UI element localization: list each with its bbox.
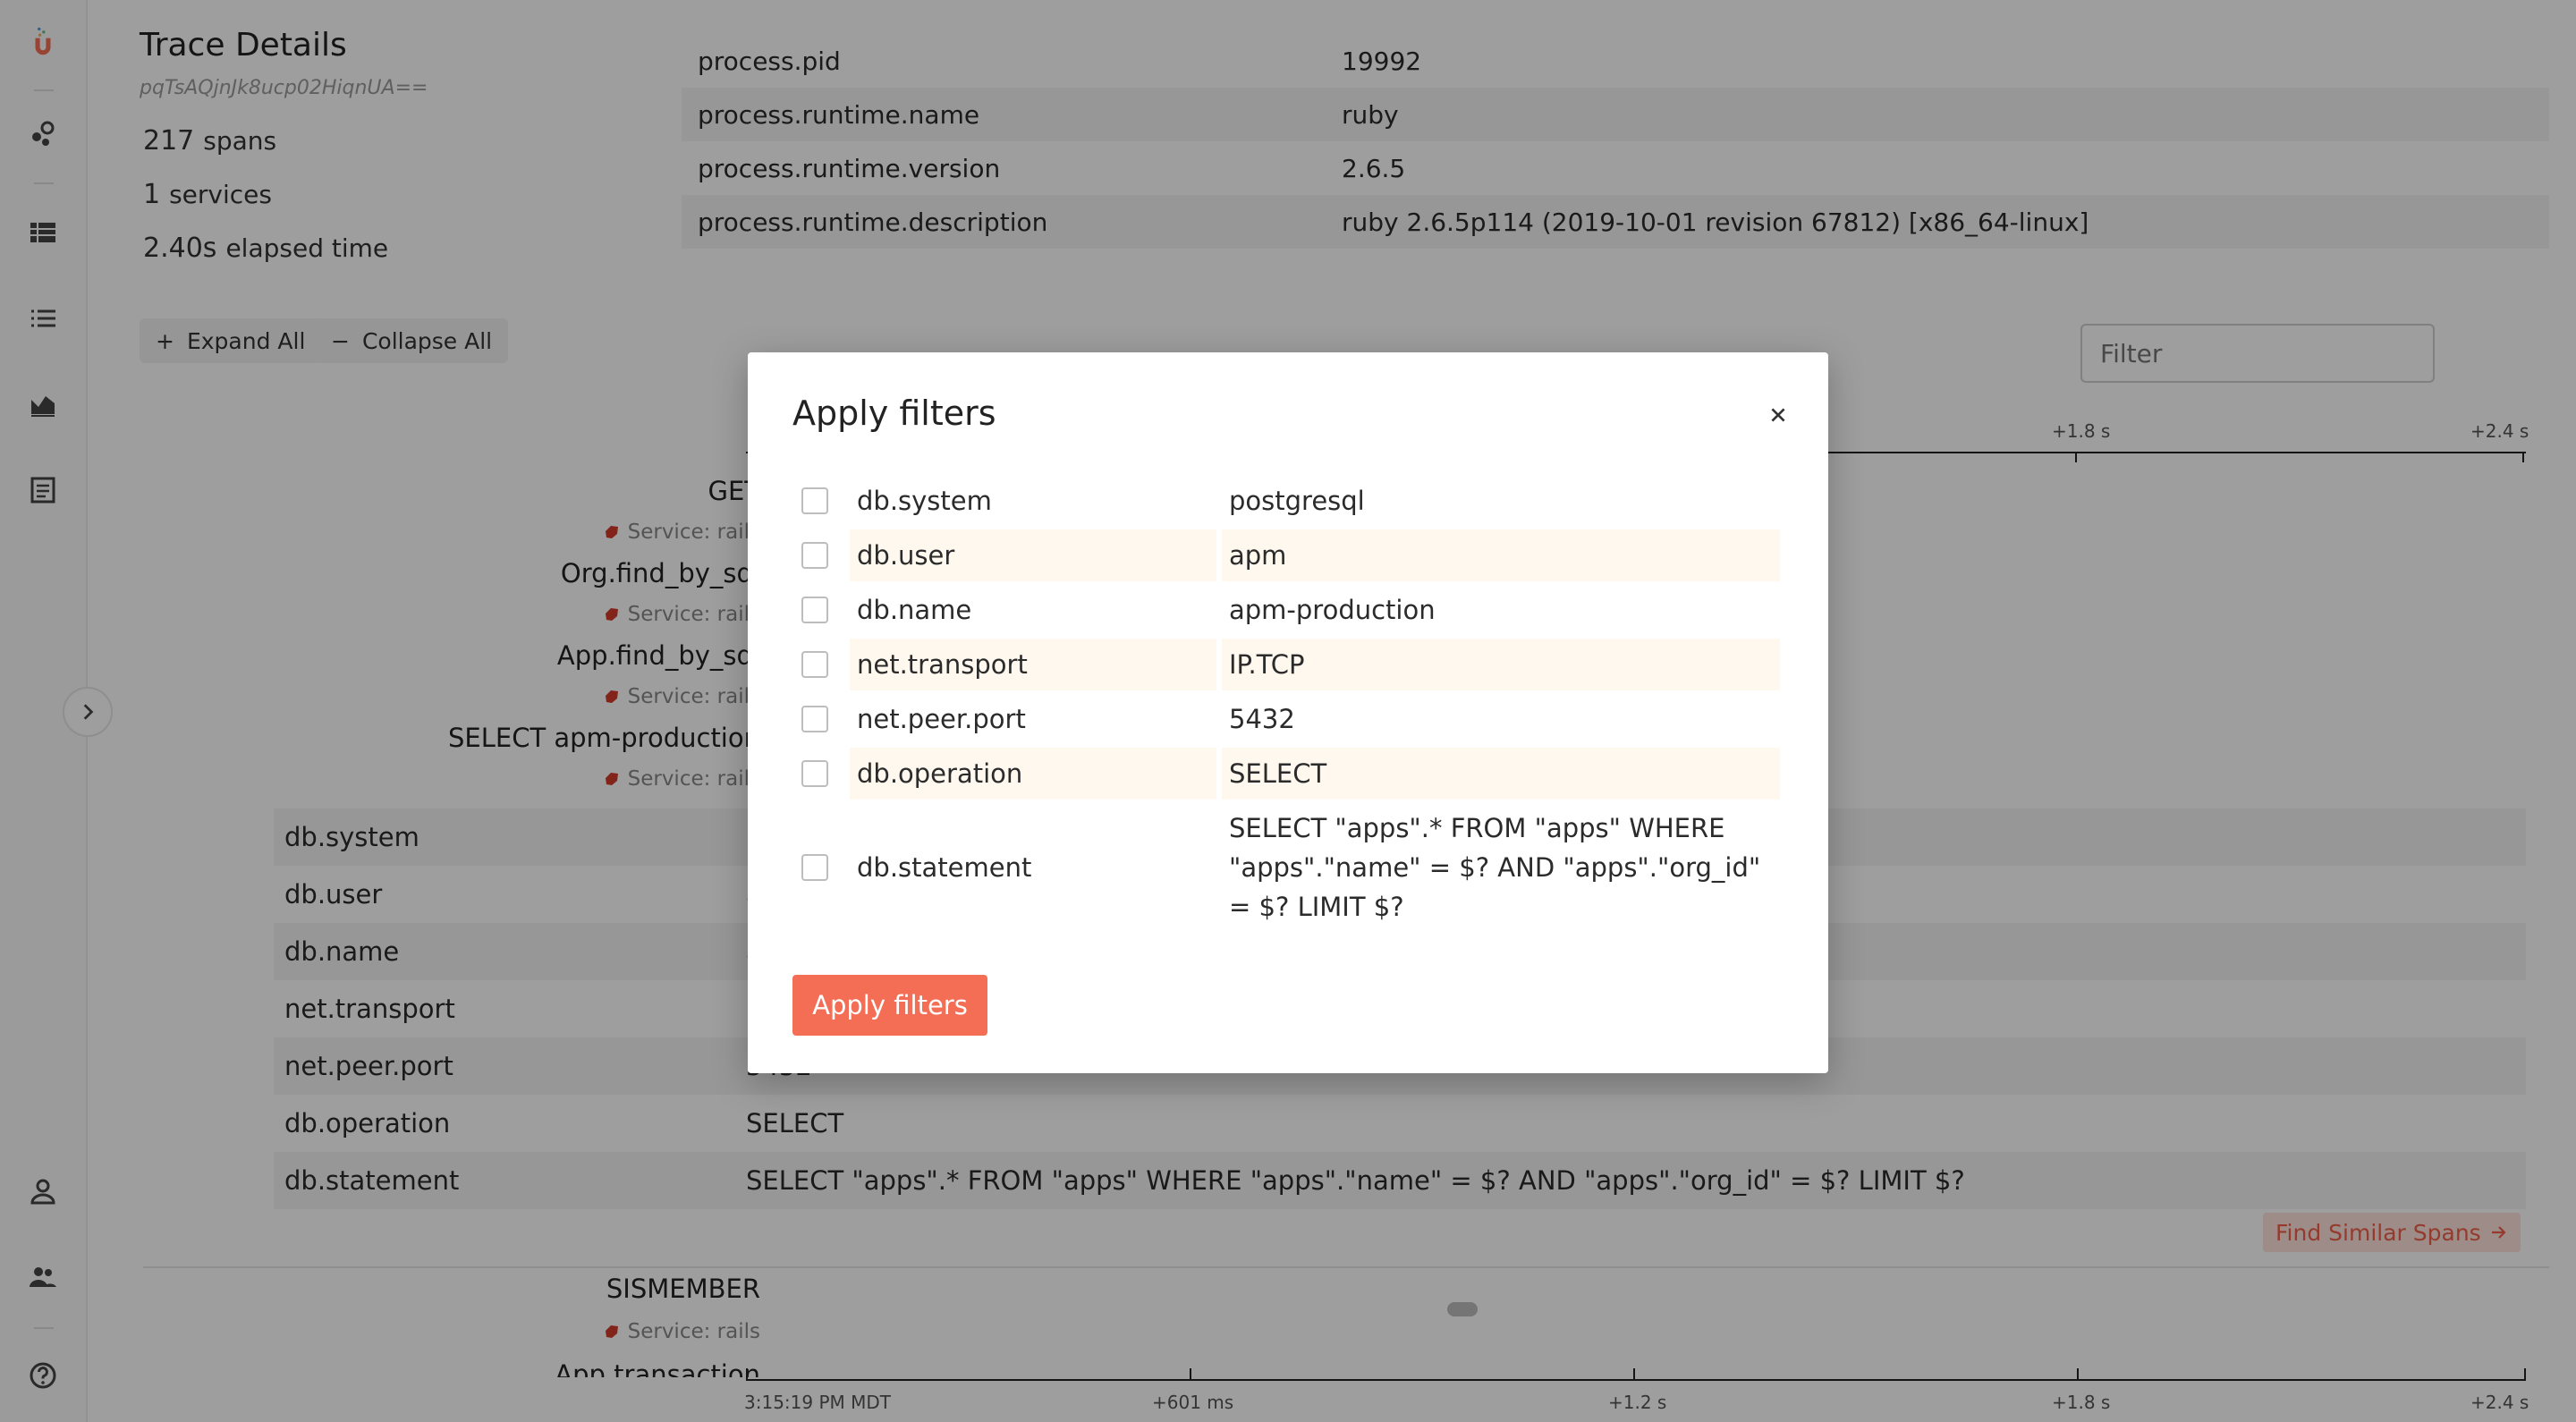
filter-value: SELECT "apps".* FROM "apps" WHERE "apps"… — [1229, 813, 1761, 922]
filter-key: db.operation — [850, 748, 1216, 800]
filter-checkbox[interactable] — [801, 854, 828, 881]
filter-checkbox[interactable] — [801, 487, 828, 514]
filter-value: 5432 — [1229, 704, 1295, 734]
filter-key: db.statement — [857, 852, 1032, 883]
filter-value: apm-production — [1229, 595, 1436, 625]
close-icon — [1771, 408, 1785, 422]
filter-list: db.system postgresql db.user apm db.name… — [792, 474, 1780, 935]
filter-key: net.peer.port — [857, 704, 1026, 734]
apply-filters-modal: Apply filters db.system postgresql db.us… — [748, 352, 1828, 1073]
filter-value: IP.TCP — [1222, 639, 1780, 690]
filter-key: db.user — [850, 529, 1216, 581]
filter-row: db.operation SELECT — [792, 747, 1780, 800]
filter-value: SELECT — [1222, 748, 1780, 800]
filter-value: apm — [1222, 529, 1780, 581]
filter-checkbox[interactable] — [801, 542, 828, 569]
apply-filters-button[interactable]: Apply filters — [792, 975, 987, 1036]
filter-row: net.transport IP.TCP — [792, 638, 1780, 691]
modal-title: Apply filters — [792, 394, 996, 433]
filter-row: db.system postgresql — [792, 474, 1780, 528]
filter-checkbox[interactable] — [801, 706, 828, 732]
filter-row: db.statement SELECT "apps".* FROM "apps"… — [792, 801, 1780, 934]
filter-key: net.transport — [850, 639, 1216, 690]
filter-checkbox[interactable] — [801, 597, 828, 623]
filter-row: db.user apm — [792, 529, 1780, 582]
filter-checkbox[interactable] — [801, 651, 828, 678]
filter-checkbox[interactable] — [801, 760, 828, 787]
filter-key: db.system — [857, 486, 992, 516]
filter-key: db.name — [857, 595, 972, 625]
filter-row: net.peer.port 5432 — [792, 692, 1780, 746]
close-button[interactable] — [1760, 397, 1796, 433]
filter-value: postgresql — [1229, 486, 1365, 516]
filter-row: db.name apm-production — [792, 583, 1780, 637]
